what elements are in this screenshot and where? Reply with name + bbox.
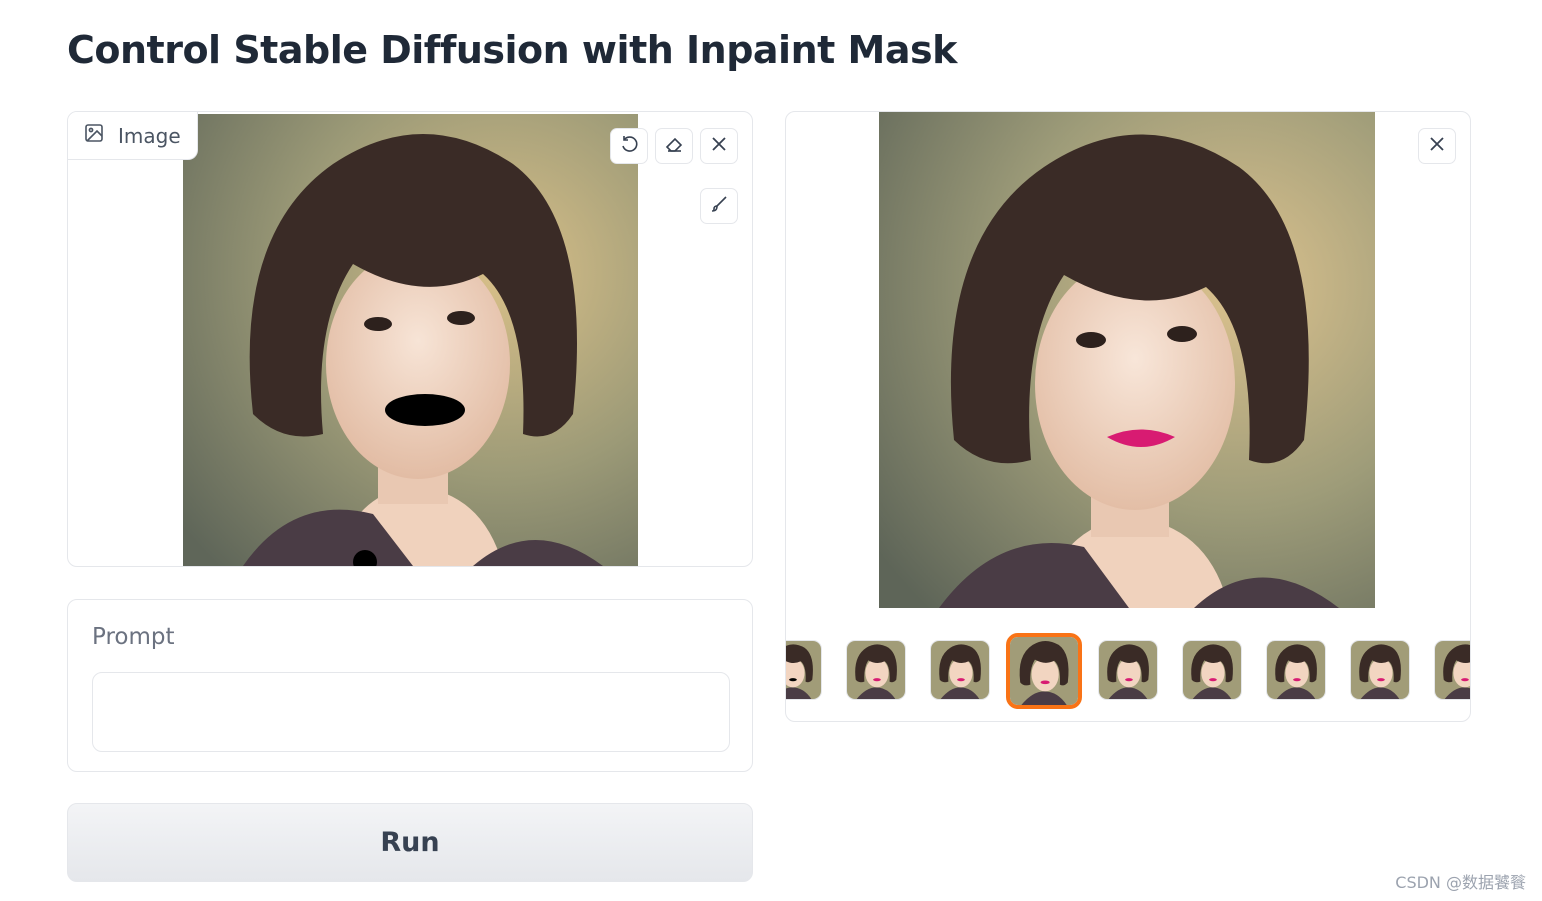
gallery-thumbnail[interactable] <box>1434 640 1470 700</box>
close-icon <box>1427 134 1447 158</box>
prompt-panel: Prompt <box>67 599 753 772</box>
image-icon <box>84 123 104 148</box>
image-label-text: Image <box>118 123 181 148</box>
page-title: Control Stable Diffusion with Inpaint Ma… <box>67 28 957 72</box>
watermark: CSDN @数据饕餮 <box>1395 873 1526 892</box>
eraser-icon <box>664 134 684 158</box>
input-image-canvas[interactable] <box>183 114 638 566</box>
gallery-close-button[interactable] <box>1418 128 1456 164</box>
run-button[interactable]: Run <box>67 803 753 882</box>
output-image-preview[interactable] <box>879 112 1375 608</box>
undo-button[interactable] <box>610 128 648 164</box>
gallery-thumbnail[interactable] <box>846 640 906 700</box>
prompt-label: Prompt <box>92 624 175 650</box>
close-icon <box>709 134 729 158</box>
output-gallery-panel <box>785 111 1471 722</box>
brush-button[interactable] <box>700 188 738 224</box>
brush-icon <box>709 194 729 218</box>
gallery-thumbnail[interactable] <box>1266 640 1326 700</box>
prompt-input[interactable] <box>92 672 730 752</box>
gallery-thumbnail[interactable] <box>1098 640 1158 700</box>
undo-icon <box>619 134 639 158</box>
gallery-thumbnail[interactable] <box>930 640 990 700</box>
gallery-thumbnail-strip[interactable] <box>786 633 1470 711</box>
gallery-thumbnail[interactable] <box>1006 633 1082 709</box>
image-input-panel[interactable]: Image <box>67 111 753 567</box>
clear-button[interactable] <box>700 128 738 164</box>
gallery-thumbnail[interactable] <box>1350 640 1410 700</box>
gallery-thumbnail[interactable] <box>786 640 822 700</box>
image-label-tab: Image <box>68 112 198 160</box>
gallery-thumbnail[interactable] <box>1182 640 1242 700</box>
eraser-button[interactable] <box>655 128 693 164</box>
